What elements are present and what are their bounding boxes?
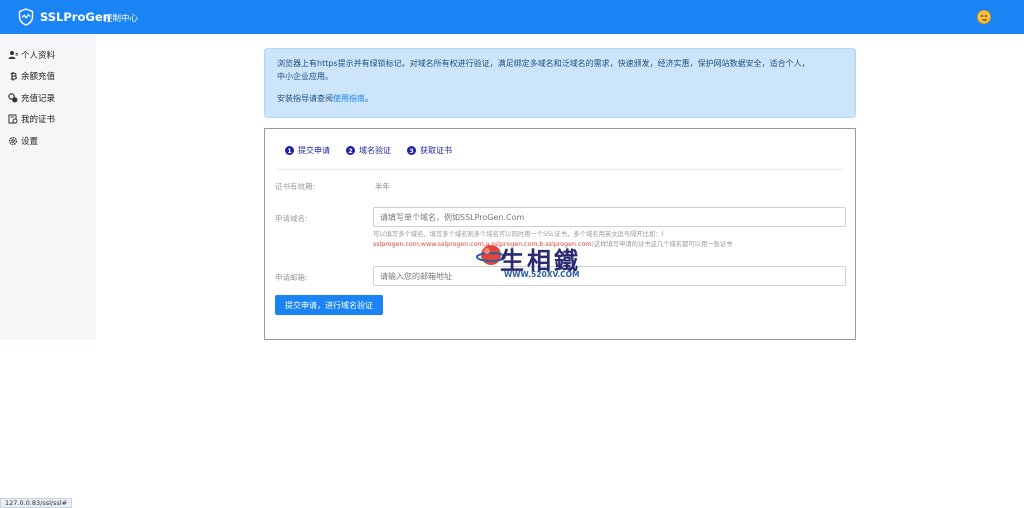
sidebar-item-settings[interactable]: 设置 [0, 130, 96, 152]
sidebar-item-certificates[interactable]: 我的证书 [0, 109, 96, 131]
avatar[interactable] [977, 10, 991, 24]
email-input[interactable] [373, 266, 846, 286]
validity-value: 半年 [375, 182, 390, 191]
sidebar-item-label: 我的证书 [21, 115, 56, 126]
step-verify: 2 域名验证 [346, 145, 391, 156]
step-label: 域名验证 [359, 146, 391, 155]
svg-text:₿: ₿ [10, 72, 17, 82]
domain-example-note: )这样填写申请的证书这几个域名都可以用一张证书 [591, 241, 733, 248]
domain-label: 申请域名: [275, 214, 308, 223]
submit-application-button[interactable]: 提交申请，进行域名验证 [275, 295, 383, 315]
sidebar-item-recharge[interactable]: ₿ 余额充值 [0, 66, 96, 88]
nav-control-center-link[interactable]: 控制中心 [104, 12, 138, 24]
status-bar-url: 127.0.0.83/ssl/ssl# [0, 498, 73, 508]
sidebar-item-label: 余额充值 [21, 72, 56, 83]
sidebar-item-label: 个人资料 [21, 50, 56, 61]
bitcoin-icon: ₿ [8, 71, 18, 82]
step-label: 获取证书 [420, 146, 452, 155]
step-indicator: 1 提交申请 2 域名验证 3 获取证书 [285, 145, 468, 156]
watermark: 生相鐵 WWW.520XV.COM [470, 236, 600, 284]
records-icon [8, 93, 18, 103]
step-label: 提交申请 [298, 146, 330, 155]
step-number-badge: 3 [407, 146, 416, 155]
email-label: 申请邮箱: [275, 273, 308, 282]
brand-name: SSLProGen [40, 10, 111, 24]
watermark-url: WWW.520XV.COM [504, 270, 580, 279]
validity-label: 证书有效期: [275, 182, 316, 191]
top-navbar: SSLProGen 控制中心 [0, 0, 1024, 34]
domain-input[interactable] [373, 207, 846, 227]
guide-prefix: 安装指导请查阅 [277, 94, 333, 103]
gear-icon [8, 136, 18, 146]
sidebar-item-label: 设置 [21, 136, 39, 147]
sidebar-item-label: 充值记录 [21, 93, 56, 104]
alert-text-line1: 浏览器上有https提示并有绿锁标记。对域名所有权进行验证，满足绑定多域名和泛域… [277, 59, 810, 68]
certificate-icon [8, 114, 18, 124]
certificate-application-card: 1 提交申请 2 域名验证 3 获取证书 证书有效期: 半年 申请域名: 可以填… [264, 128, 856, 340]
step-obtain: 3 获取证书 [407, 145, 452, 156]
alert-text-line2: 中小企业应用。 [277, 72, 333, 81]
step-submit: 1 提交申请 [285, 145, 330, 156]
brand[interactable]: SSLProGen [18, 8, 111, 26]
sidebar-item-records[interactable]: 充值记录 [0, 87, 96, 109]
step-number-badge: 1 [285, 146, 294, 155]
sidebar-item-profile[interactable]: 个人资料 [0, 44, 96, 66]
sidebar: 个人资料 ₿ 余额充值 充值记录 我的证书 设置 [0, 34, 96, 340]
shield-logo-icon [18, 8, 34, 26]
step-number-badge: 2 [346, 146, 355, 155]
user-icon [8, 50, 18, 60]
alert-guide: 安装指导请查阅使用指南。 [277, 92, 843, 105]
info-alert: 浏览器上有https提示并有绿锁标记。对域名所有权进行验证，满足绑定多域名和泛域… [264, 48, 856, 118]
divider [275, 169, 845, 170]
guide-suffix: 。 [365, 94, 373, 103]
user-guide-link[interactable]: 使用指南 [333, 94, 365, 103]
